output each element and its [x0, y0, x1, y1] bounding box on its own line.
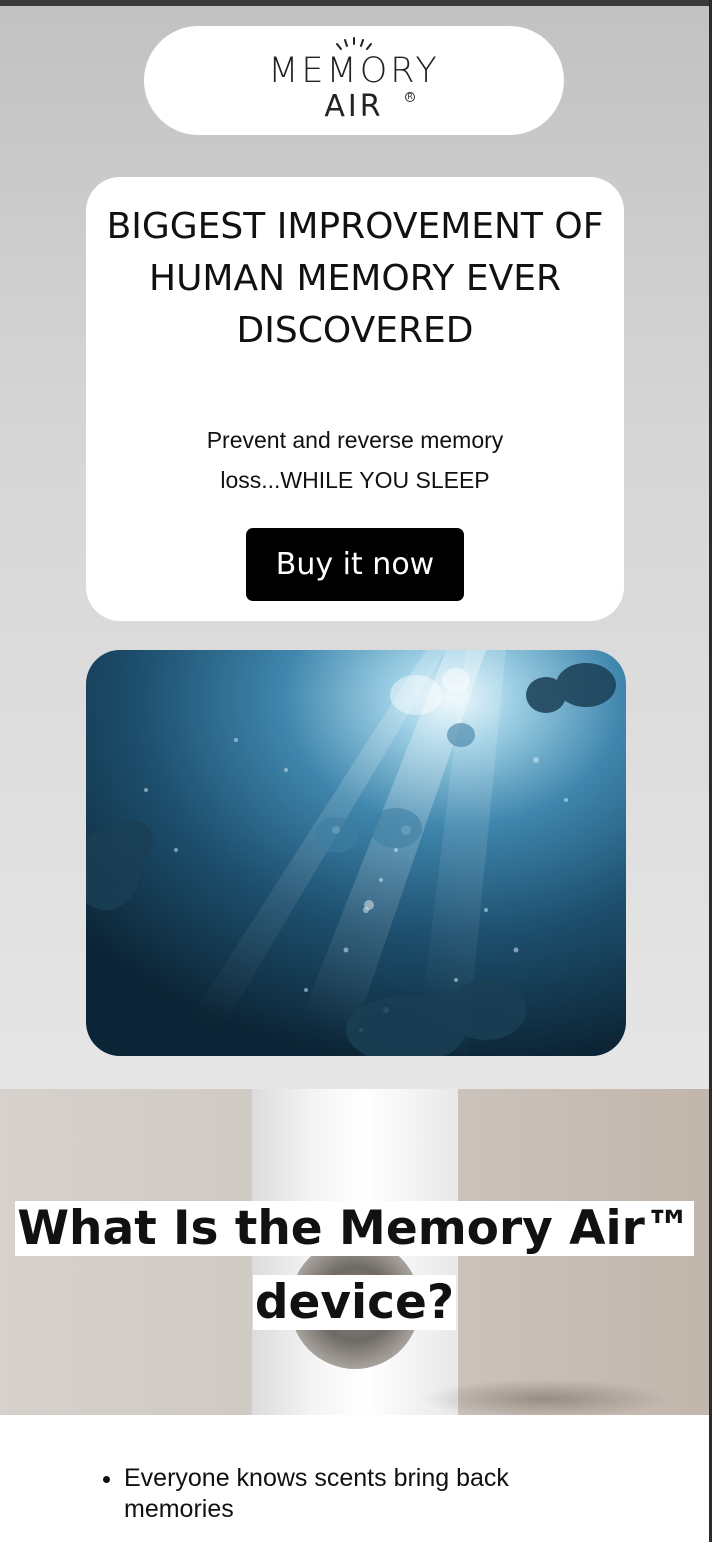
- underwater-photo: [86, 650, 626, 1056]
- hero-card: BIGGEST IMPROVEMENT OF HUMAN MEMORY EVER…: [86, 177, 624, 621]
- device-section-title: What Is the Memory Air™ device?: [15, 1201, 694, 1330]
- list-item: Everyone knows scents bring back memorie…: [124, 1463, 604, 1525]
- hero-headline: BIGGEST IMPROVEMENT OF HUMAN MEMORY EVER…: [106, 206, 604, 351]
- buy-now-button[interactable]: Buy it now: [246, 528, 464, 601]
- device-section: What Is the Memory Air™ device?: [0, 1089, 709, 1415]
- hero-section: MEMORY AIR R BIGGEST IMPROVEMENT OF HUMA…: [0, 6, 709, 1089]
- logo-word-air: AIR: [324, 89, 384, 124]
- logo-word-memory: MEMORY: [268, 51, 440, 91]
- registered-mark: R: [405, 92, 415, 102]
- underwater-image: [86, 650, 626, 1056]
- hero-subtext: Prevent and reverse memory loss...WHILE …: [206, 427, 504, 493]
- page: MEMORY AIR R BIGGEST IMPROVEMENT OF HUMA…: [0, 0, 709, 1542]
- bullets-section: Everyone knows scents bring back memorie…: [0, 1415, 709, 1542]
- bullet-list: Everyone knows scents bring back memorie…: [100, 1463, 604, 1525]
- logo[interactable]: MEMORY AIR R: [144, 26, 564, 135]
- device-shadow: [420, 1379, 670, 1415]
- window-top-bar: [0, 0, 712, 6]
- device-title-wrap: What Is the Memory Air™ device?: [0, 1192, 709, 1340]
